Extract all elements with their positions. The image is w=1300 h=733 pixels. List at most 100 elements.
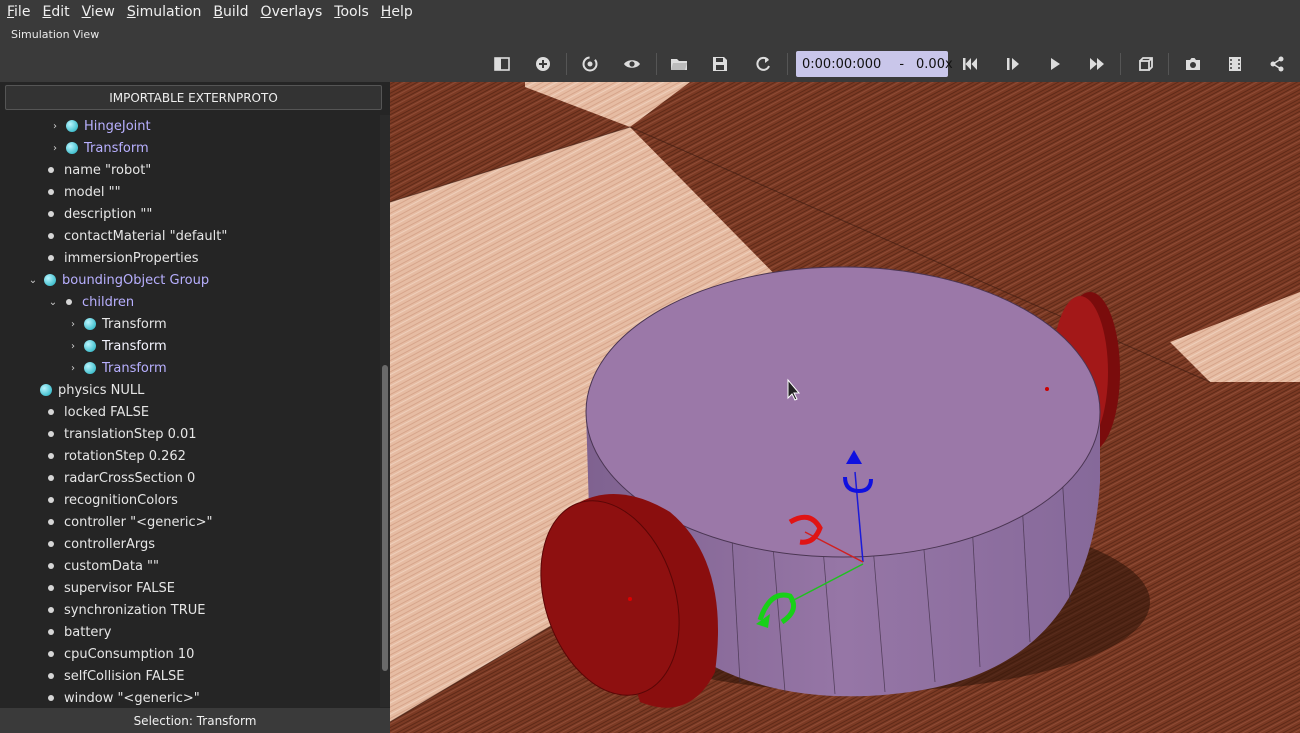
play-icon[interactable] [1042, 52, 1068, 76]
tree-row[interactable]: › Transform [68, 357, 167, 379]
tree-row[interactable]: ⌄ boundingObject Group [28, 269, 209, 291]
toggle-scene-tree-icon[interactable] [489, 52, 515, 76]
save-world-icon[interactable] [707, 52, 733, 76]
node-icon [84, 340, 96, 352]
expand-arrow-icon[interactable]: › [50, 121, 60, 132]
menu-simulation[interactable]: Simulation [122, 4, 207, 20]
tree-row[interactable]: ⌄ children [48, 291, 134, 313]
tree-row[interactable]: › Transform [68, 313, 167, 335]
field-icon [48, 431, 54, 437]
tree-row[interactable]: battery [46, 621, 111, 643]
reset-simulation-icon[interactable] [957, 52, 983, 76]
reload-world-icon[interactable] [750, 52, 776, 76]
tree-row[interactable]: controllerArgs [46, 533, 155, 555]
menu-file[interactable]: File [2, 4, 35, 20]
simulation-time-display: 0:00:00:000 - 0.00x [796, 51, 953, 77]
expand-arrow-icon[interactable]: › [68, 341, 78, 352]
tree-row-label: Transform [84, 140, 149, 156]
tree-row[interactable]: model "" [46, 181, 121, 203]
field-icon [48, 585, 54, 591]
importable-externproto-button[interactable]: IMPORTABLE EXTERNPROTO [5, 85, 382, 110]
field-icon [48, 453, 54, 459]
expand-arrow-icon[interactable]: › [68, 319, 78, 330]
selection-status: Selection: Transform [0, 708, 390, 733]
field-icon [48, 519, 54, 525]
tree-row-label: contactMaterial "default" [64, 228, 228, 244]
menu-bar: File Edit View Simulation Build Overlays Tools… [0, 0, 1300, 24]
tree-row-label: translationStep 0.01 [64, 426, 197, 442]
window-subtitle: Simulation View [0, 24, 1300, 46]
field-icon [48, 211, 54, 217]
tree-row[interactable]: contactMaterial "default" [46, 225, 227, 247]
tree-row-label: radarCrossSection 0 [64, 470, 196, 486]
fast-forward-icon[interactable] [1084, 52, 1110, 76]
tree-row[interactable]: translationStep 0.01 [46, 423, 197, 445]
step-icon[interactable] [1000, 52, 1026, 76]
tree-row-label: model "" [64, 184, 121, 200]
tree-row[interactable]: rotationStep 0.262 [46, 445, 186, 467]
tree-row-label: description "" [64, 206, 153, 222]
screenshot-icon[interactable] [1180, 52, 1206, 76]
field-icon [48, 255, 54, 261]
3d-viewport[interactable] [390, 82, 1300, 733]
tree-row-label: selfCollision FALSE [64, 668, 185, 684]
field-icon [48, 409, 54, 415]
simulation-speed: 0.00x [916, 56, 953, 72]
tree-row[interactable]: description "" [46, 203, 152, 225]
collapse-arrow-icon[interactable]: ⌄ [48, 297, 58, 308]
tree-row[interactable]: radarCrossSection 0 [46, 467, 195, 489]
tree-row[interactable]: › Transform [50, 137, 149, 159]
menu-build[interactable]: Build [208, 4, 253, 20]
expand-arrow-icon[interactable]: › [50, 143, 60, 154]
tree-row[interactable]: customData "" [46, 555, 159, 577]
field-icon [48, 541, 54, 547]
tree-row[interactable]: window "<generic>" [46, 687, 200, 707]
scrollbar-thumb[interactable] [382, 365, 388, 671]
menu-help[interactable]: Help [376, 4, 418, 20]
tree-row[interactable]: name "robot" [46, 159, 151, 181]
menu-edit[interactable]: Edit [37, 4, 74, 20]
tree-row-label: locked FALSE [64, 404, 150, 420]
field-icon [48, 695, 54, 701]
menu-view[interactable]: View [77, 4, 120, 20]
tree-row-label: synchronization TRUE [64, 602, 206, 618]
tree-row[interactable]: synchronization TRUE [46, 599, 205, 621]
field-icon [66, 299, 72, 305]
tree-row-label: rotationStep 0.262 [64, 448, 186, 464]
tree-row-label: customData "" [64, 558, 160, 574]
reset-view-icon[interactable] [577, 52, 603, 76]
tree-row[interactable]: physics NULL [40, 379, 144, 401]
tree-row[interactable]: controller "<generic>" [46, 511, 212, 533]
field-icon [48, 233, 54, 239]
tree-row-label: Transform [102, 316, 167, 332]
expand-arrow-icon[interactable]: › [68, 363, 78, 374]
tree-row[interactable]: locked FALSE [46, 401, 149, 423]
tree-row-label: recognitionColors [64, 492, 178, 508]
menu-overlays[interactable]: Overlays [256, 4, 328, 20]
open-world-icon[interactable] [666, 52, 692, 76]
menu-tools[interactable]: Tools [329, 4, 374, 20]
tree-row-selected[interactable]: › Transform [64, 335, 267, 357]
field-icon [48, 167, 54, 173]
field-icon [48, 673, 54, 679]
tree-row-label: cpuConsumption 10 [64, 646, 195, 662]
add-node-icon[interactable] [530, 52, 556, 76]
share-icon[interactable] [1264, 52, 1290, 76]
perspective-icon[interactable] [1133, 52, 1159, 76]
node-icon [66, 142, 78, 154]
tree-row[interactable]: › HingeJoint [50, 115, 151, 137]
field-icon [48, 497, 54, 503]
tree-row-label: Transform [102, 338, 167, 354]
tree-row[interactable]: immersionProperties [46, 247, 199, 269]
node-icon [66, 120, 78, 132]
tree-row[interactable]: selfCollision FALSE [46, 665, 184, 687]
tree-row[interactable]: cpuConsumption 10 [46, 643, 194, 665]
tree-row-label: boundingObject Group [62, 272, 210, 288]
tree-row[interactable]: supervisor FALSE [46, 577, 175, 599]
collapse-arrow-icon[interactable]: ⌄ [28, 275, 38, 286]
view-eye-icon[interactable] [619, 52, 645, 76]
time-separator: - [899, 56, 905, 72]
tree-row-label: name "robot" [64, 162, 152, 178]
movie-icon[interactable] [1222, 52, 1248, 76]
tree-row[interactable]: recognitionColors [46, 489, 178, 511]
